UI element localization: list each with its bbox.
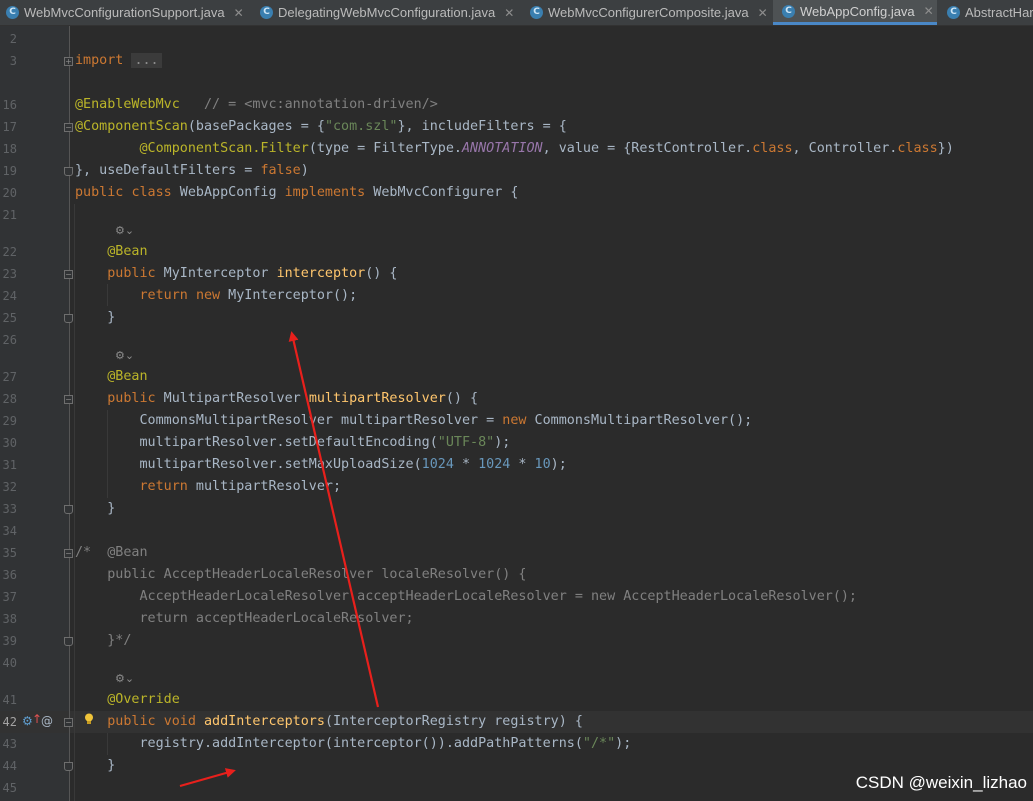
- fold-collapse-icon[interactable]: −: [64, 395, 73, 404]
- class-icon: C: [260, 6, 273, 19]
- usage-inlay-hint[interactable]: ⚙⌄: [115, 672, 134, 685]
- usage-inlay-hint[interactable]: ⚙⌄: [115, 224, 134, 237]
- line-number: 45: [2, 781, 17, 795]
- code-line[interactable]: }: [75, 498, 115, 520]
- line-number: 17: [2, 120, 17, 134]
- tab-label: WebMvcConfigurerComposite.java: [548, 5, 749, 20]
- line-number-current: 42: [2, 715, 17, 729]
- fold-end-icon[interactable]: [64, 314, 73, 323]
- class-icon: C: [947, 6, 960, 19]
- line-number: 3: [9, 54, 17, 68]
- fold-end-icon[interactable]: [64, 762, 73, 771]
- line-number: 32: [2, 480, 17, 494]
- line-number: 22: [2, 245, 17, 259]
- fold-expand-icon[interactable]: +: [64, 57, 73, 66]
- line-number: 43: [2, 737, 17, 751]
- close-icon[interactable]: ✕: [758, 6, 768, 20]
- line-number: 24: [2, 289, 17, 303]
- line-number: 36: [2, 568, 17, 582]
- code-line[interactable]: }: [75, 307, 115, 329]
- tab-label: WebAppConfig.java: [800, 3, 915, 19]
- at-icon[interactable]: @: [41, 714, 53, 728]
- watermark: CSDN @weixin_lizhao: [855, 773, 1027, 792]
- line-number: 21: [2, 208, 17, 222]
- line-number: 18: [2, 142, 17, 156]
- code-line[interactable]: multipartResolver.setDefaultEncoding("UT…: [75, 432, 510, 454]
- line-number: 25: [2, 311, 17, 325]
- class-icon: C: [530, 6, 543, 19]
- fold-collapse-icon[interactable]: −: [64, 549, 73, 558]
- class-icon: C: [6, 6, 19, 19]
- code-line[interactable]: import ...: [75, 50, 162, 72]
- tab-abstracthar[interactable]: C AbstractHar: [940, 0, 1033, 25]
- code-line[interactable]: @Bean: [75, 366, 147, 388]
- line-number: 27: [2, 370, 17, 384]
- line-number: 34: [2, 524, 17, 538]
- line-number: 20: [2, 186, 17, 200]
- code-line-comment[interactable]: }*/: [75, 630, 131, 652]
- code-line-comment[interactable]: return acceptHeaderLocaleResolver;: [75, 608, 413, 630]
- line-number: 26: [2, 333, 17, 347]
- editor-tab-bar: C WebMvcConfigurationSupport.java ✕ C De…: [0, 0, 1033, 26]
- code-line[interactable]: return new MyInterceptor();: [75, 285, 358, 307]
- fold-collapse-icon[interactable]: −: [64, 718, 73, 727]
- line-number: 16: [2, 98, 17, 112]
- line-number: 29: [2, 414, 17, 428]
- fold-collapse-icon[interactable]: −: [64, 123, 73, 132]
- line-number: 28: [2, 392, 17, 406]
- line-number: 44: [2, 759, 17, 773]
- tab-label: WebMvcConfigurationSupport.java: [24, 5, 225, 20]
- line-number: 33: [2, 502, 17, 516]
- code-line[interactable]: }: [75, 755, 115, 777]
- close-icon[interactable]: ✕: [504, 6, 514, 20]
- code-line[interactable]: registry.addInterceptor(interceptor()).a…: [75, 733, 631, 755]
- code-line[interactable]: public void addInterceptors(InterceptorR…: [75, 711, 583, 733]
- usage-inlay-hint[interactable]: ⚙⌄: [115, 349, 134, 362]
- line-number: 31: [2, 458, 17, 472]
- close-icon[interactable]: ✕: [924, 4, 934, 18]
- code-line-comment[interactable]: public AcceptHeaderLocaleResolver locale…: [75, 564, 526, 586]
- code-line[interactable]: multipartResolver.setMaxUploadSize(1024 …: [75, 454, 566, 476]
- line-number: 39: [2, 634, 17, 648]
- code-line[interactable]: public class WebAppConfig implements Web…: [75, 182, 518, 204]
- code-line[interactable]: return multipartResolver;: [75, 476, 342, 498]
- code-line[interactable]: CommonsMultipartResolver multipartResolv…: [75, 410, 752, 432]
- code-line[interactable]: public MultipartResolver multipartResolv…: [75, 388, 478, 410]
- fold-end-icon[interactable]: [64, 505, 73, 514]
- fold-collapse-icon[interactable]: −: [64, 270, 73, 279]
- tab-webmvcconfigurationsupport[interactable]: C WebMvcConfigurationSupport.java ✕: [0, 0, 250, 25]
- tab-label: AbstractHar: [965, 5, 1033, 20]
- tab-webappconfig[interactable]: C WebAppConfig.java ✕: [773, 0, 937, 25]
- code-line[interactable]: }, useDefaultFilters = false): [75, 160, 309, 182]
- line-number: 2: [9, 32, 17, 46]
- line-number: 30: [2, 436, 17, 450]
- fold-end-icon[interactable]: [64, 167, 73, 176]
- tab-delegatingwebmvcconfiguration[interactable]: C DelegatingWebMvcConfiguration.java ✕: [252, 0, 519, 25]
- line-number: 40: [2, 656, 17, 670]
- code-line[interactable]: public MyInterceptor interceptor() {: [75, 263, 397, 285]
- line-number: 38: [2, 612, 17, 626]
- line-number: 23: [2, 267, 17, 281]
- line-number: 19: [2, 164, 17, 178]
- line-number: 41: [2, 693, 17, 707]
- tab-webmvcconfigurercomposite[interactable]: C WebMvcConfigurerComposite.java ✕: [522, 0, 770, 25]
- code-line[interactable]: @ComponentScan.Filter(type = FilterType.…: [75, 138, 954, 160]
- code-line[interactable]: @Override: [75, 689, 180, 711]
- code-line-comment[interactable]: AcceptHeaderLocaleResolver acceptHeaderL…: [75, 586, 857, 608]
- line-number: 35: [2, 546, 17, 560]
- code-line[interactable]: @Bean: [75, 241, 147, 263]
- fold-end-icon[interactable]: [64, 637, 73, 646]
- class-icon: C: [782, 4, 795, 18]
- close-icon[interactable]: ✕: [234, 6, 244, 20]
- code-line[interactable]: @EnableWebMvc // = <mvc:annotation-drive…: [75, 94, 438, 116]
- line-number: 37: [2, 590, 17, 604]
- tab-label: DelegatingWebMvcConfiguration.java: [278, 5, 496, 20]
- code-line[interactable]: @ComponentScan(basePackages = {"com.szl"…: [75, 116, 567, 138]
- code-line-comment[interactable]: /* @Bean: [75, 542, 148, 564]
